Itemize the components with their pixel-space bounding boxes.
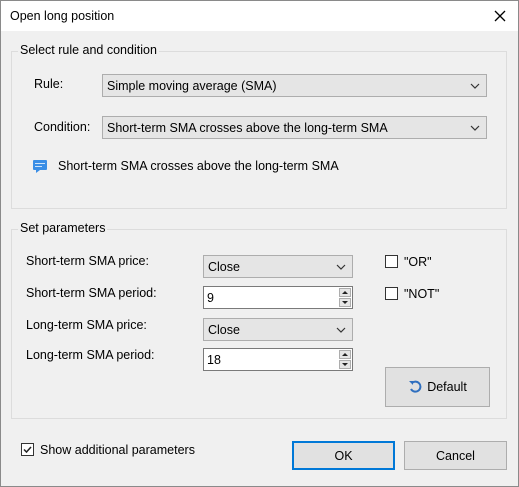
condition-select[interactable]: Short-term SMA crosses above the long-te… — [102, 116, 487, 139]
or-checkbox[interactable] — [385, 255, 398, 268]
long-period-down-button[interactable] — [339, 360, 351, 369]
rule-select-value: Simple moving average (SMA) — [107, 79, 277, 93]
chevron-up-icon — [342, 353, 348, 356]
title-bar: Open long position — [1, 1, 518, 31]
long-price-label: Long-term SMA price: — [26, 318, 147, 332]
params-group-title: Set parameters — [18, 221, 108, 235]
close-button[interactable] — [488, 4, 512, 28]
show-additional-checkbox[interactable] — [21, 443, 34, 456]
checkmark-icon — [23, 446, 32, 454]
cancel-button[interactable]: Cancel — [404, 441, 507, 470]
short-period-label: Short-term SMA period: — [26, 286, 157, 300]
condition-label: Condition: — [34, 120, 91, 134]
not-checkbox[interactable] — [385, 287, 398, 300]
params-group: Set parameters Short-term SMA price: Clo… — [11, 221, 507, 419]
short-price-value: Close — [208, 260, 240, 274]
cancel-button-label: Cancel — [436, 448, 475, 463]
chevron-down-icon — [470, 83, 480, 89]
show-additional-label: Show additional parameters — [40, 443, 195, 457]
short-price-label: Short-term SMA price: — [26, 254, 149, 268]
chevron-down-icon — [342, 363, 348, 366]
rule-group-title: Select rule and condition — [18, 43, 159, 57]
undo-icon — [409, 380, 422, 393]
long-price-select[interactable]: Close — [203, 318, 353, 341]
short-period-up-button[interactable] — [339, 288, 351, 297]
condition-select-value: Short-term SMA crosses above the long-te… — [107, 121, 388, 135]
short-period-down-button[interactable] — [339, 298, 351, 307]
close-icon — [494, 10, 506, 22]
default-button[interactable]: Default — [385, 367, 490, 407]
chevron-down-icon — [336, 264, 346, 270]
chevron-down-icon — [470, 125, 480, 131]
chevron-down-icon — [336, 327, 346, 333]
condition-description: Short-term SMA crosses above the long-te… — [58, 159, 339, 173]
chevron-down-icon — [342, 301, 348, 304]
window-title: Open long position — [10, 9, 115, 23]
dialog-window: Open long position Select rule and condi… — [0, 0, 519, 487]
not-label: "NOT" — [404, 287, 440, 301]
ok-button[interactable]: OK — [292, 441, 395, 470]
long-period-value: 18 — [207, 353, 221, 367]
default-button-label: Default — [427, 380, 467, 394]
short-period-stepper[interactable]: 9 — [203, 286, 353, 309]
rule-label: Rule: — [34, 77, 64, 91]
message-icon — [33, 160, 47, 173]
rule-group: Select rule and condition Rule: Simple m… — [11, 43, 507, 209]
short-period-value: 9 — [207, 291, 214, 305]
long-period-stepper[interactable]: 18 — [203, 348, 353, 371]
long-period-up-button[interactable] — [339, 350, 351, 359]
rule-select[interactable]: Simple moving average (SMA) — [102, 74, 487, 97]
long-period-label: Long-term SMA period: — [26, 348, 155, 362]
chevron-up-icon — [342, 291, 348, 294]
ok-button-label: OK — [334, 448, 353, 463]
short-price-select[interactable]: Close — [203, 255, 353, 278]
or-label: "OR" — [404, 255, 432, 269]
long-price-value: Close — [208, 323, 240, 337]
